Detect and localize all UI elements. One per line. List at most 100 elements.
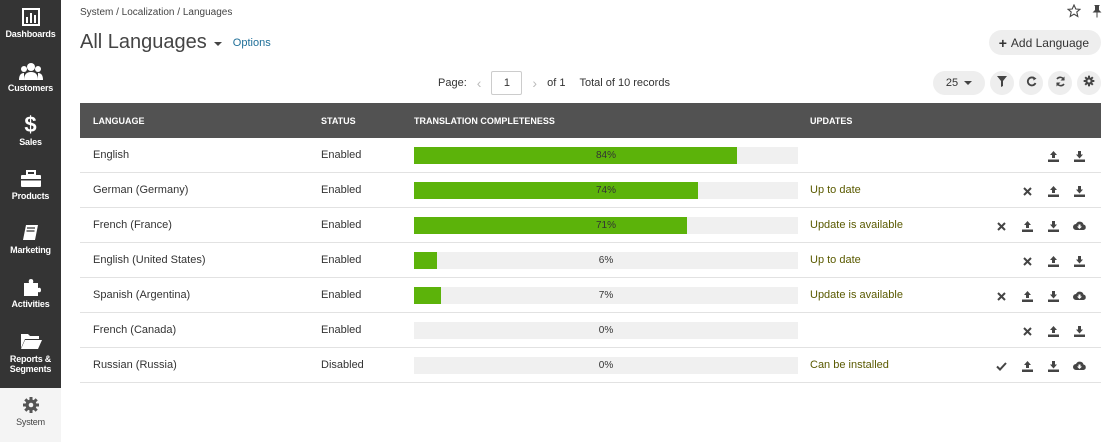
table-row[interactable]: Russian (Russia) Disabled 0% Can be install… <box>80 348 1101 383</box>
download-icon[interactable] <box>1071 253 1087 269</box>
upload-icon[interactable] <box>1019 358 1035 374</box>
checkmark-icon[interactable] <box>993 358 1009 374</box>
update-status: Up to date <box>810 184 861 196</box>
page-size-value: 25 <box>945 77 959 89</box>
completeness-bar: 0% <box>414 357 798 374</box>
table-row[interactable]: French (Canada) Enabled 0% <box>80 313 1101 348</box>
language-status: Enabled <box>321 289 362 301</box>
grid-toolbar: 25 <box>933 71 1101 95</box>
chevron-right-icon[interactable]: › <box>532 75 537 91</box>
completeness-label: 0% <box>598 360 614 371</box>
close-icon[interactable] <box>993 288 1009 304</box>
page-title[interactable]: All Languages <box>80 31 207 54</box>
chevron-down-icon[interactable] <box>213 41 222 46</box>
upload-icon[interactable] <box>1045 148 1061 164</box>
sidebar-item-marketing[interactable]: Marketing <box>0 216 61 270</box>
row-actions <box>1019 323 1087 339</box>
table-row[interactable]: English Enabled 84% <box>80 138 1101 173</box>
reset-icon <box>1026 74 1037 92</box>
settings-button[interactable] <box>1077 71 1101 95</box>
table-body: English Enabled 84% German (Germany) Enabled… <box>80 138 1101 383</box>
download-icon[interactable] <box>1071 323 1087 339</box>
page-size-select[interactable]: 25 <box>933 71 985 95</box>
row-actions <box>1019 253 1087 269</box>
sidebar-item-activities[interactable]: Activities <box>0 270 61 324</box>
close-icon[interactable] <box>993 218 1009 234</box>
language-status: Enabled <box>321 254 362 266</box>
completeness-label: 71% <box>595 220 616 231</box>
column-header-language[interactable]: LANGUAGE <box>93 116 145 126</box>
language-name: Spanish (Argentina) <box>93 289 191 301</box>
cloud-download-icon[interactable] <box>1071 288 1087 304</box>
update-status: Up to date <box>810 254 861 266</box>
sidebar-item-system[interactable]: System <box>0 388 61 442</box>
users-icon <box>0 60 61 82</box>
upload-icon[interactable] <box>1019 218 1035 234</box>
cloud-download-icon[interactable] <box>1071 358 1087 374</box>
table-row[interactable]: English (United States) Enabled 6% Up to da… <box>80 243 1101 278</box>
column-header-updates[interactable]: UPDATES <box>810 116 852 126</box>
completeness-bar: 71% <box>414 217 798 234</box>
close-icon[interactable] <box>1019 323 1035 339</box>
completeness-label: 6% <box>598 255 614 266</box>
sidebar-item-label: Dashboards <box>5 29 56 39</box>
page-count-label: of 1 <box>547 77 566 89</box>
sidebar-item-products[interactable]: Products <box>0 162 61 216</box>
table-row[interactable]: Spanish (Argentina) Enabled 7% Update is av… <box>80 278 1101 313</box>
column-header-completeness[interactable]: TRANSLATION COMPLETENESS <box>414 116 555 126</box>
column-header-status[interactable]: STATUS <box>321 116 356 126</box>
download-icon[interactable] <box>1045 288 1061 304</box>
close-icon[interactable] <box>1019 183 1035 199</box>
top-actions <box>1066 3 1103 23</box>
add-language-button[interactable]: + Add Language <box>988 30 1101 55</box>
download-icon[interactable] <box>1071 148 1087 164</box>
sidebar-item-customers[interactable]: Customers <box>0 54 61 108</box>
breadcrumb: System / Localization / Languages <box>80 7 233 18</box>
close-icon[interactable] <box>1019 253 1035 269</box>
upload-icon[interactable] <box>1019 288 1035 304</box>
sidebar-item-label: Reports & Segments <box>9 354 52 374</box>
completeness-bar: 0% <box>414 322 798 339</box>
pagination: Page: ‹ › of 1 Total of 10 records <box>438 71 670 95</box>
download-icon[interactable] <box>1045 358 1061 374</box>
row-actions <box>1019 183 1087 199</box>
pin-icon[interactable] <box>1091 4 1103 23</box>
download-icon[interactable] <box>1045 218 1061 234</box>
sidebar-item-sales[interactable]: $ Sales <box>0 108 61 162</box>
language-status: Enabled <box>321 324 362 336</box>
completeness-bar: 7% <box>414 287 798 304</box>
download-icon[interactable] <box>1071 183 1087 199</box>
book-icon <box>0 222 61 244</box>
filter-icon <box>997 74 1007 92</box>
completeness-label: 7% <box>598 290 614 301</box>
language-name: English <box>93 149 130 161</box>
upload-icon[interactable] <box>1045 323 1061 339</box>
refresh-button[interactable] <box>1048 71 1072 95</box>
reset-button[interactable] <box>1019 71 1043 95</box>
table-row[interactable]: German (Germany) Enabled 74% Up to date <box>80 173 1101 208</box>
star-icon[interactable] <box>1066 3 1082 23</box>
sidebar-item-label: Activities <box>11 299 50 309</box>
sidebar: Dashboards Customers $ Sales Products Ma… <box>0 0 61 442</box>
cloud-download-icon[interactable] <box>1071 218 1087 234</box>
plus-icon: + <box>998 34 1007 51</box>
upload-icon[interactable] <box>1045 183 1061 199</box>
options-link[interactable]: Options <box>233 37 271 49</box>
bar-chart-icon <box>0 6 61 28</box>
update-status: Update is available <box>810 219 903 231</box>
upload-icon[interactable] <box>1045 253 1061 269</box>
folder-icon <box>0 330 61 352</box>
title-row: All Languages Options <box>80 31 271 54</box>
page-number-input[interactable] <box>491 71 523 95</box>
sidebar-item-reports-segments[interactable]: Reports & Segments <box>0 324 61 378</box>
filter-button[interactable] <box>990 71 1014 95</box>
total-records-label: Total of 10 records <box>579 77 670 89</box>
table-row[interactable]: French (France) Enabled 71% Update is avail… <box>80 208 1101 243</box>
language-status: Enabled <box>321 149 362 161</box>
chevron-left-icon[interactable]: ‹ <box>477 75 482 91</box>
sidebar-item-label: Sales <box>19 137 42 147</box>
row-actions <box>1045 148 1087 164</box>
sidebar-item-dashboards[interactable]: Dashboards <box>0 0 61 54</box>
update-status: Update is available <box>810 289 903 301</box>
language-status: Enabled <box>321 184 362 196</box>
